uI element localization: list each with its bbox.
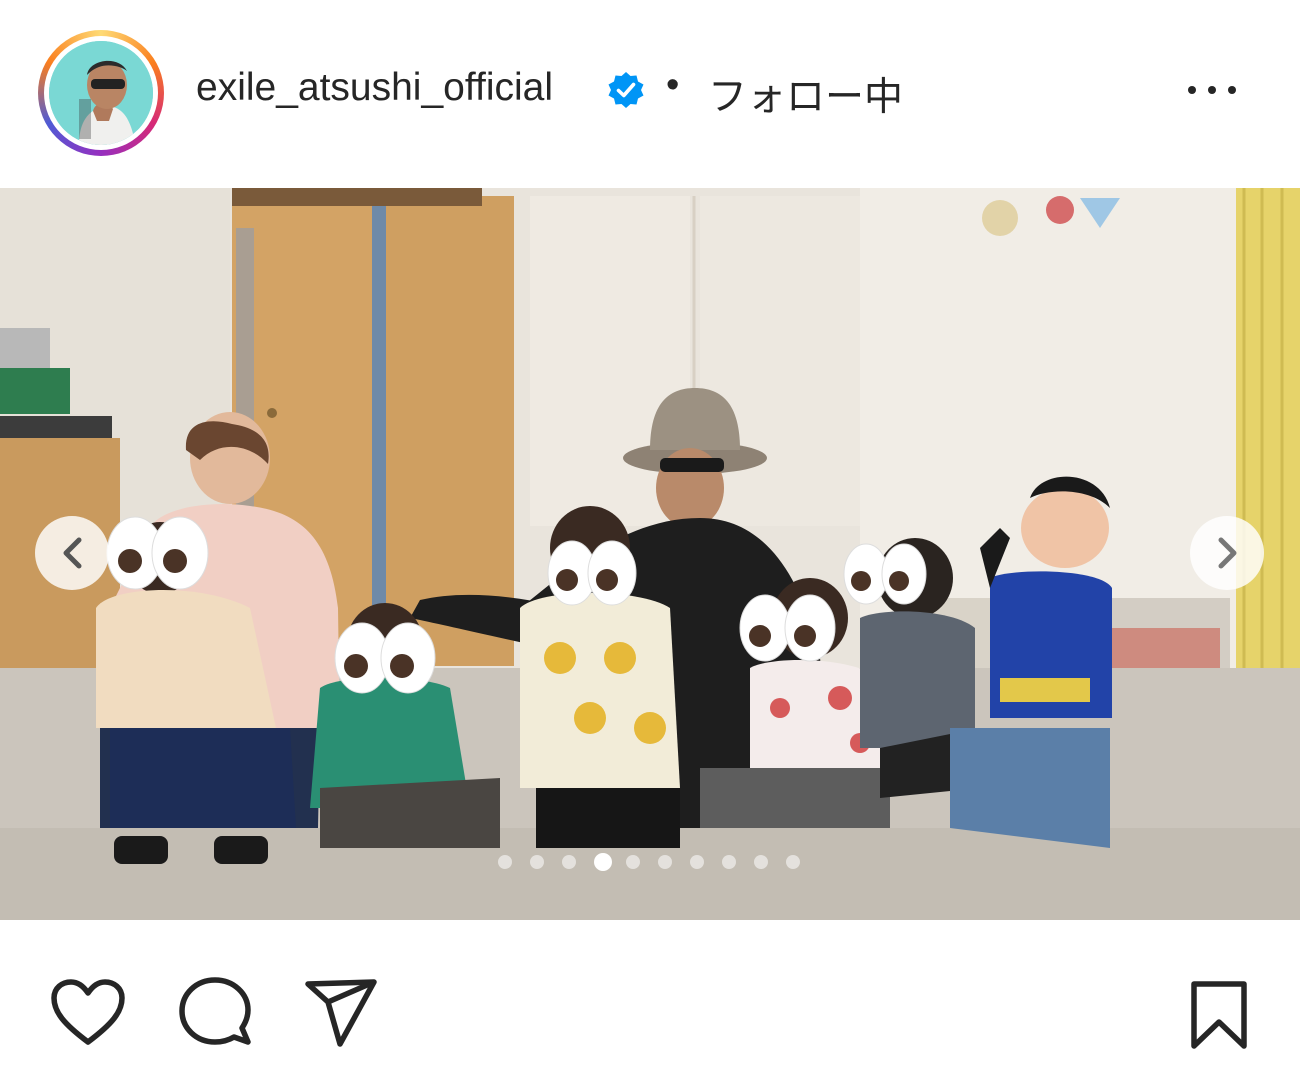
avatar-gap bbox=[44, 36, 158, 150]
separator-dot: • bbox=[666, 64, 680, 106]
profile-avatar[interactable] bbox=[49, 41, 153, 145]
carousel-dot bbox=[498, 855, 512, 869]
action-bar bbox=[0, 920, 1300, 1076]
carousel-dot bbox=[786, 855, 800, 869]
carousel-dot bbox=[562, 855, 576, 869]
paper-plane-icon[interactable] bbox=[304, 978, 378, 1048]
story-ring[interactable] bbox=[38, 30, 164, 156]
chevron-left-icon[interactable] bbox=[35, 516, 109, 590]
avatar-portrait bbox=[49, 41, 153, 145]
more-dot bbox=[1188, 86, 1196, 94]
more-options-icon[interactable] bbox=[1176, 68, 1248, 112]
carousel-dot bbox=[722, 855, 736, 869]
bookmark-icon[interactable] bbox=[1188, 980, 1250, 1050]
carousel-dot bbox=[530, 855, 544, 869]
comment-icon[interactable] bbox=[178, 976, 252, 1050]
photo-scene bbox=[0, 188, 1300, 920]
carousel-dot bbox=[626, 855, 640, 869]
more-dot bbox=[1208, 86, 1216, 94]
carousel-dot bbox=[658, 855, 672, 869]
post-photo[interactable] bbox=[0, 188, 1300, 920]
carousel-dot bbox=[690, 855, 704, 869]
chevron-right-icon[interactable] bbox=[1190, 516, 1264, 590]
heart-icon[interactable] bbox=[50, 978, 126, 1048]
carousel-dot-active bbox=[594, 853, 612, 871]
carousel-dot bbox=[754, 855, 768, 869]
chevron-left-glyph bbox=[63, 537, 82, 569]
post-header: exile_atsushi_official • フォロー中 bbox=[0, 0, 1300, 188]
following-status[interactable]: フォロー中 bbox=[708, 66, 903, 122]
more-dot bbox=[1228, 86, 1236, 94]
chevron-right-glyph bbox=[1218, 537, 1237, 569]
username[interactable]: exile_atsushi_official bbox=[196, 66, 553, 110]
verified-badge-icon bbox=[608, 72, 644, 108]
